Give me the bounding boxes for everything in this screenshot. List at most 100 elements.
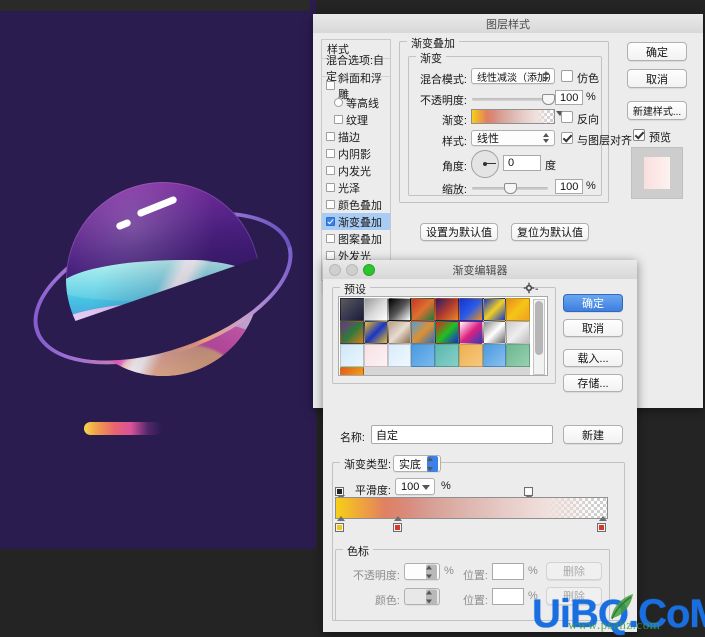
style-checkbox[interactable] xyxy=(334,98,343,107)
preset-swatch-1[interactable] xyxy=(363,298,388,321)
gear-icon[interactable] xyxy=(523,282,539,294)
color-stop-0[interactable] xyxy=(335,516,346,533)
gradient-save-button[interactable]: 存储... xyxy=(563,374,623,392)
preset-swatch-11[interactable] xyxy=(411,321,435,344)
stop-color-swatch[interactable] xyxy=(404,588,440,605)
preset-swatch-5[interactable] xyxy=(458,298,483,321)
ok-button[interactable]: 确定 xyxy=(627,42,687,61)
color-stop-1[interactable] xyxy=(392,516,404,533)
preview-checkbox[interactable] xyxy=(633,129,645,141)
stop-position-input-1[interactable] xyxy=(492,563,524,580)
style-checkbox[interactable] xyxy=(326,217,335,226)
preset-swatch-12[interactable] xyxy=(435,321,459,344)
presets-grid[interactable] xyxy=(340,298,530,375)
dither-checkbox[interactable] xyxy=(561,70,573,82)
opacity-stop-1[interactable] xyxy=(523,483,535,500)
preset-swatch-4[interactable] xyxy=(435,298,459,321)
preset-swatch-6[interactable] xyxy=(482,298,507,321)
style-checkbox[interactable] xyxy=(326,251,335,260)
presets-group: 预设 xyxy=(332,281,556,384)
preset-swatch-20[interactable] xyxy=(435,344,459,367)
preset-swatch-9[interactable] xyxy=(363,321,388,344)
sidebar-item-9[interactable]: 图案叠加 xyxy=(322,230,390,247)
layer-style-titlebar[interactable]: 图层样式 xyxy=(313,14,703,34)
minimize-icon[interactable] xyxy=(346,264,358,276)
presets-scrollbar[interactable] xyxy=(533,299,545,375)
angle-input[interactable]: 0 xyxy=(503,155,541,171)
preset-swatch-2[interactable] xyxy=(387,298,412,321)
stop-position-input-2[interactable] xyxy=(492,588,524,605)
scale-input[interactable]: 100 xyxy=(555,179,583,194)
scale-slider-knob[interactable] xyxy=(504,183,517,194)
sidebar-item-3[interactable]: 描边 xyxy=(322,128,390,145)
preset-swatch-23[interactable] xyxy=(506,344,530,367)
preset-swatch-0[interactable] xyxy=(340,298,364,321)
gradient-cancel-button[interactable]: 取消 xyxy=(563,319,623,337)
blend-mode-select[interactable]: 线性减淡（添加） xyxy=(471,68,557,84)
preset-swatch-3[interactable] xyxy=(411,298,435,321)
style-checkbox[interactable] xyxy=(334,115,343,124)
opacity-input[interactable]: 100 xyxy=(555,90,583,105)
style-item-label: 光泽 xyxy=(338,182,360,195)
style-checkbox[interactable] xyxy=(326,81,335,90)
preset-swatch-17[interactable] xyxy=(363,344,388,367)
sidebar-item-6[interactable]: 光泽 xyxy=(322,179,390,196)
reverse-checkbox[interactable] xyxy=(561,111,573,123)
opacity-slider[interactable] xyxy=(472,98,548,101)
sidebar-item-7[interactable]: 颜色叠加 xyxy=(322,196,390,213)
preset-swatch-21[interactable] xyxy=(458,344,483,367)
preset-swatch-15[interactable] xyxy=(506,321,530,344)
gradient-style-select[interactable]: 线性 xyxy=(471,130,555,146)
preset-swatch-7[interactable] xyxy=(506,298,530,321)
preset-swatch-24[interactable] xyxy=(340,367,364,375)
reset-to-default-button[interactable]: 复位为默认值 xyxy=(511,223,589,241)
sidebar-item-4[interactable]: 内阴影 xyxy=(322,145,390,162)
gradient-preview-swatch[interactable] xyxy=(471,109,555,124)
sidebar-item-2[interactable]: 纹理 xyxy=(322,111,390,128)
smoothness-select[interactable]: 100 xyxy=(395,478,435,495)
close-icon[interactable] xyxy=(329,264,341,276)
gradient-ok-button[interactable]: 确定 xyxy=(563,294,623,312)
angle-dial[interactable] xyxy=(471,150,499,178)
preset-swatch-14[interactable] xyxy=(482,321,507,344)
set-as-default-button[interactable]: 设置为默认值 xyxy=(420,223,498,241)
opacity-slider-knob[interactable] xyxy=(542,94,555,105)
style-list[interactable]: 样式 混合选项:自定 斜面和浮雕 等高线 纹理 描边 内阴影 内发光 光泽 颜色叠加 渐变叠加图… xyxy=(321,39,391,281)
preset-swatch-22[interactable] xyxy=(482,344,507,367)
color-stop-2[interactable] xyxy=(597,516,608,533)
gradient-editor-titlebar[interactable]: 渐变编辑器 xyxy=(323,260,637,280)
style-checkbox[interactable] xyxy=(326,234,335,243)
align-with-layer-checkbox[interactable] xyxy=(561,132,573,144)
set-as-default-label: 设置为默认值 xyxy=(426,227,492,239)
style-checkbox[interactable] xyxy=(326,200,335,209)
color-stop-group-title: 色标 xyxy=(343,543,373,559)
style-checkbox[interactable] xyxy=(326,166,335,175)
gradient-load-button[interactable]: 载入... xyxy=(563,349,623,367)
preset-swatch-8[interactable] xyxy=(340,321,364,344)
gradient-strip[interactable] xyxy=(335,497,608,519)
style-checkbox[interactable] xyxy=(326,183,335,192)
preset-swatch-16[interactable] xyxy=(340,344,364,367)
style-checkbox[interactable] xyxy=(326,149,335,158)
window-traffic-lights[interactable] xyxy=(329,264,375,276)
gradient-type-select[interactable]: 实底 xyxy=(393,455,441,472)
sidebar-item-8[interactable]: 渐变叠加 xyxy=(322,213,390,230)
sidebar-item-1[interactable]: 等高线 xyxy=(322,94,390,111)
gradient-new-button[interactable]: 新建 xyxy=(563,425,623,444)
cancel-button[interactable]: 取消 xyxy=(627,69,687,88)
stop-opacity-input[interactable] xyxy=(404,563,440,580)
sidebar-item-5[interactable]: 内发光 xyxy=(322,162,390,179)
presets-box[interactable] xyxy=(338,296,548,376)
sidebar-item-0[interactable]: 斜面和浮雕 xyxy=(322,73,390,101)
preset-swatch-10[interactable] xyxy=(387,321,412,344)
presets-scrollbar-thumb[interactable] xyxy=(535,301,543,355)
gradient-name-input[interactable]: 自定 xyxy=(371,425,553,444)
style-checkbox[interactable] xyxy=(326,132,335,141)
delete-opacity-stop-button[interactable]: 删除 xyxy=(546,562,602,580)
preset-swatch-19[interactable] xyxy=(411,344,435,367)
preset-swatch-18[interactable] xyxy=(387,344,412,367)
new-style-button[interactable]: 新建样式... xyxy=(627,101,687,120)
maximize-icon[interactable] xyxy=(363,264,375,276)
opacity-stop-0[interactable] xyxy=(335,483,346,500)
preset-swatch-13[interactable] xyxy=(458,321,483,344)
